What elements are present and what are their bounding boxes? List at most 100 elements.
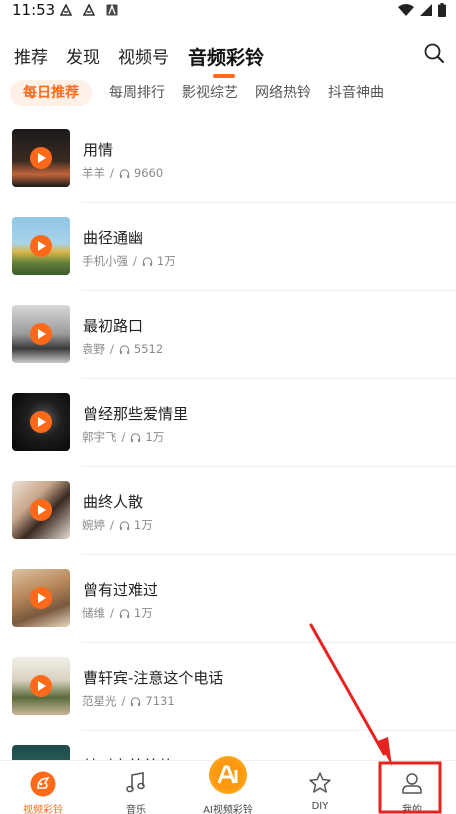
bottom-nav: 视频彩铃 音乐 AI视频彩铃 DIY 我的 — [0, 756, 456, 814]
notification-icon — [60, 4, 72, 16]
song-cover — [12, 481, 70, 539]
nav-label: 我的 — [402, 805, 422, 814]
song-cover — [12, 129, 70, 187]
subtab-network-hits[interactable]: 网络热铃 — [255, 80, 311, 106]
meta-separator: / — [133, 254, 137, 268]
status-icons — [398, 3, 446, 17]
nav-label: 视频彩铃 — [23, 805, 63, 814]
meta-separator: / — [110, 606, 114, 620]
headphone-icon — [119, 344, 130, 354]
song-title: 曾有过难过 — [83, 581, 159, 599]
song-artist: 婉婷 — [82, 518, 105, 532]
song-artist: 范星光 — [82, 694, 117, 708]
nav-label: DIY — [311, 801, 329, 812]
headphone-icon — [131, 432, 141, 442]
nav-music[interactable]: 音乐 — [101, 761, 171, 814]
play-icon[interactable] — [30, 147, 52, 169]
subtab-film-variety[interactable]: 影视综艺 — [182, 80, 238, 106]
signal-icon — [420, 4, 432, 16]
app-notification-icon — [106, 4, 118, 16]
sub-tabs: 每日推荐 每周排行 影视综艺 网络热铃 抖音神曲 — [10, 80, 401, 106]
subtab-douyin-hits[interactable]: 抖音神曲 — [328, 80, 384, 106]
song-cover — [12, 569, 70, 627]
search-icon[interactable] — [423, 42, 445, 64]
song-title: 曲径通幽 — [83, 229, 144, 247]
song-artist: 储维 — [82, 606, 105, 620]
song-title: 用情 — [83, 141, 114, 159]
user-icon — [402, 773, 422, 794]
star-icon — [309, 772, 331, 793]
tab-discover[interactable]: 发现 — [66, 46, 100, 70]
battery-icon — [438, 3, 446, 17]
play-icon[interactable] — [30, 323, 52, 345]
song-meta: 储维 / 1万 — [82, 605, 153, 621]
song-artist: 手机小强 — [82, 254, 128, 268]
tab-audio-ringtone[interactable]: 音频彩铃 — [188, 46, 264, 78]
play-icon[interactable] — [30, 675, 52, 697]
song-plays: 1万 — [133, 606, 153, 620]
top-tabs: 推荐 发现 视频号 音频彩铃 — [14, 38, 282, 78]
song-plays: 1万 — [156, 254, 176, 268]
song-plays: 9660 — [133, 166, 164, 180]
music-note-icon — [126, 772, 145, 793]
song-meta: 郭宇飞 / 1万 — [82, 429, 164, 445]
nav-label: AI视频彩铃 — [203, 805, 253, 814]
headphone-icon — [119, 520, 130, 530]
song-cover — [12, 657, 70, 715]
video-ringtone-icon — [30, 771, 56, 797]
tab-video-channel[interactable]: 视频号 — [118, 46, 169, 70]
song-meta: 婉婷 / 1万 — [82, 517, 153, 533]
song-title: 最初路口 — [83, 317, 144, 335]
song-artist: 袁野 — [82, 342, 105, 356]
nav-ai-video-ringtone[interactable]: AI视频彩铃 — [193, 756, 263, 814]
headphone-icon — [131, 696, 141, 706]
play-icon[interactable] — [30, 411, 52, 433]
song-artist: 羊羊 — [82, 166, 105, 180]
song-row[interactable]: 用情 羊羊 / 9660 — [0, 115, 456, 203]
meta-separator: / — [121, 694, 126, 708]
subtab-daily[interactable]: 每日推荐 — [10, 80, 92, 106]
song-plays: 1万 — [133, 518, 153, 532]
song-meta: 手机小强 / 1万 — [82, 253, 176, 269]
status-bar: 11:53 — [0, 0, 456, 22]
song-title: 曾经那些爱情里 — [83, 405, 189, 423]
song-row[interactable]: 曲终人散 婉婷 / 1万 — [0, 467, 456, 555]
song-artist: 郭宇飞 — [82, 430, 117, 444]
notification-icon — [83, 4, 95, 16]
headphone-icon — [119, 168, 130, 178]
headphone-icon — [119, 608, 130, 618]
play-icon[interactable] — [30, 235, 52, 257]
song-meta: 羊羊 / 9660 — [82, 165, 163, 181]
meta-separator: / — [110, 166, 114, 180]
song-row[interactable]: 曲径通幽 手机小强 / 1万 — [0, 203, 456, 291]
tab-recommend[interactable]: 推荐 — [14, 46, 48, 70]
song-row[interactable]: 曹轩宾-注意这个电话 范星光 / 7131 — [0, 643, 456, 731]
play-icon[interactable] — [30, 499, 52, 521]
meta-separator: / — [110, 518, 114, 532]
song-meta: 袁野 / 5512 — [82, 341, 163, 357]
nav-video-ringtone[interactable]: 视频彩铃 — [8, 761, 78, 814]
song-title: 曹轩宾-注意这个电话 — [83, 669, 224, 687]
headphone-icon — [142, 256, 153, 266]
meta-separator: / — [110, 342, 114, 356]
status-time: 11:53 — [12, 1, 56, 19]
play-icon[interactable] — [30, 587, 52, 609]
meta-separator: / — [121, 430, 126, 444]
song-row[interactable]: 曾有过难过 储维 / 1万 — [0, 555, 456, 643]
nav-label: 音乐 — [126, 805, 146, 814]
song-row[interactable]: 曾经那些爱情里 郭宇飞 / 1万 — [0, 379, 456, 467]
wifi-icon — [398, 4, 414, 16]
song-meta: 范星光 / 7131 — [82, 693, 175, 709]
nav-profile[interactable]: 我的 — [377, 761, 447, 814]
song-title: 曲终人散 — [83, 493, 144, 511]
song-cover — [12, 217, 70, 275]
song-plays: 5512 — [133, 342, 164, 356]
ai-logo-icon — [209, 756, 247, 794]
song-cover — [12, 393, 70, 451]
subtab-weekly[interactable]: 每周排行 — [109, 80, 165, 106]
song-cover — [12, 305, 70, 363]
song-plays: 7131 — [145, 694, 175, 708]
song-row[interactable]: 最初路口 袁野 / 5512 — [0, 291, 456, 379]
nav-diy[interactable]: DIY — [285, 761, 355, 814]
song-plays: 1万 — [145, 430, 165, 444]
